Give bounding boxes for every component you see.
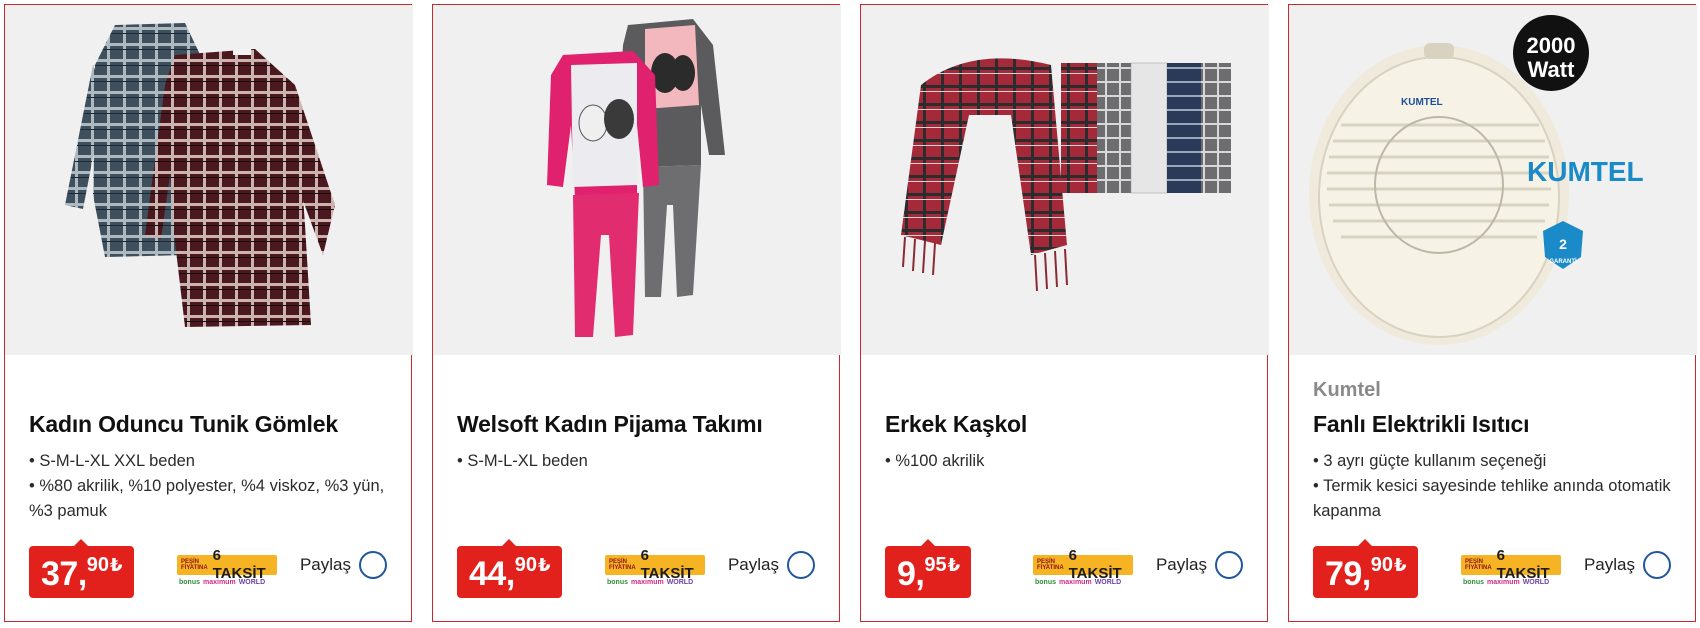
product-brand bbox=[457, 377, 815, 403]
product-actions: 79, 90 ₺ PEŞİN FİYATINA 6 TAKSİT bonus m… bbox=[1313, 539, 1671, 598]
installment-small-text: PEŞİN FİYATINA bbox=[1465, 559, 1492, 571]
product-info: Kadın Oduncu Tunik Gömlek S-M-L-XL XXL b… bbox=[29, 377, 387, 524]
share-radio-icon[interactable] bbox=[359, 551, 387, 579]
feature-item: S-M-L-XL beden bbox=[457, 449, 815, 474]
installment-badge: PEŞİN FİYATINA 6 TAKSİT bonus maximum WO… bbox=[605, 547, 705, 591]
plaid-tunic-image bbox=[65, 23, 335, 327]
maximum-logo: maximum bbox=[631, 579, 664, 586]
installment-small-text: PEŞİN FİYATINA bbox=[1037, 559, 1064, 571]
product-card[interactable]: Erkek Kaşkol %100 akrilik 9, 95 ₺ PEŞİN … bbox=[860, 4, 1269, 622]
feature-item: %100 akrilik bbox=[885, 449, 1243, 474]
share-control[interactable]: Paylaş bbox=[728, 551, 815, 579]
wattage-badge-line1: 2000 bbox=[1527, 33, 1576, 58]
share-control[interactable]: Paylaş bbox=[1156, 551, 1243, 579]
share-label: Paylaş bbox=[1155, 555, 1207, 574]
feature-list: S-M-L-XL XXL beden %80 akrilik, %10 poly… bbox=[29, 449, 387, 524]
feature-list: %100 akrilik bbox=[885, 449, 1243, 474]
product-title[interactable]: Kadın Oduncu Tunik Gömlek bbox=[29, 409, 387, 439]
feature-list: S-M-L-XL beden bbox=[457, 449, 815, 474]
price-decimal: 95 bbox=[924, 554, 947, 576]
product-actions: 37, 90 ₺ PEŞİN FİYATINA 6 TAKSİT bonus m… bbox=[29, 539, 387, 598]
product-grid: Kadın Oduncu Tunik Gömlek S-M-L-XL XXL b… bbox=[4, 4, 1697, 622]
currency-symbol: ₺ bbox=[538, 555, 551, 575]
share-radio-icon[interactable] bbox=[1215, 551, 1243, 579]
feature-item: 3 ayrı güçte kullanım seçeneği bbox=[1313, 449, 1671, 474]
kumtel-logo: KUMTEL bbox=[1527, 156, 1644, 187]
product-brand bbox=[885, 377, 1243, 403]
share-control[interactable]: Paylaş bbox=[300, 551, 387, 579]
product-actions: 9, 95 ₺ PEŞİN FİYATINA 6 TAKSİT bonus ma… bbox=[885, 539, 1243, 598]
share-label: Paylaş bbox=[299, 555, 351, 574]
installment-badge: PEŞİN FİYATINA 6 TAKSİT bonus maximum WO… bbox=[1461, 547, 1561, 591]
wattage-badge-line2: Watt bbox=[1528, 57, 1576, 82]
installment-badge: PEŞİN FİYATINA 6 TAKSİT bonus maximum WO… bbox=[1033, 547, 1133, 591]
product-info: Welsoft Kadın Pijama Takımı S-M-L-XL bed… bbox=[457, 377, 815, 474]
price-tag: 44, 90 ₺ bbox=[457, 539, 562, 598]
product-brand bbox=[29, 377, 387, 403]
price-integer: 9, bbox=[897, 555, 925, 593]
price-decimal: 90 bbox=[86, 554, 110, 576]
product-card[interactable]: Kadın Oduncu Tunik Gömlek S-M-L-XL XXL b… bbox=[4, 4, 413, 622]
currency-symbol: ₺ bbox=[1394, 555, 1407, 575]
share-radio-icon[interactable] bbox=[787, 551, 815, 579]
price-integer: 37, bbox=[41, 555, 87, 593]
maximum-logo: maximum bbox=[1487, 579, 1520, 586]
price-decimal: 90 bbox=[1370, 554, 1394, 576]
bonus-logo: bonus bbox=[1463, 579, 1484, 586]
maximum-logo: maximum bbox=[203, 579, 236, 586]
bonus-logo: bonus bbox=[607, 579, 628, 586]
installment-small-text: PEŞİN FİYATINA bbox=[609, 559, 636, 571]
product-title[interactable]: Fanlı Elektrikli Isıtıcı bbox=[1313, 409, 1671, 439]
feature-item: Termik kesici sayesinde tehlike anında o… bbox=[1313, 474, 1671, 524]
world-logo: WORLD bbox=[238, 579, 266, 586]
product-info: Kumtel Fanlı Elektrikli Isıtıcı 3 ayrı g… bbox=[1313, 377, 1671, 524]
price-tag: 79, 90 ₺ bbox=[1313, 539, 1418, 598]
feature-list: 3 ayrı güçte kullanım seçeneği Termik ke… bbox=[1313, 449, 1671, 524]
product-info: Erkek Kaşkol %100 akrilik bbox=[885, 377, 1243, 474]
installment-badge: PEŞİN FİYATINA 6 TAKSİT bonus maximum WO… bbox=[177, 547, 277, 591]
warranty-number: 2 bbox=[1559, 236, 1567, 252]
installment-small-text: PEŞİN FİYATINA bbox=[181, 559, 208, 571]
pajama-set-image bbox=[547, 19, 725, 337]
feature-item: S-M-L-XL XXL beden bbox=[29, 449, 387, 474]
feature-item: %80 akrilik, %10 polyester, %4 viskoz, %… bbox=[29, 474, 387, 524]
price-integer: 79, bbox=[1325, 555, 1371, 593]
product-title[interactable]: Erkek Kaşkol bbox=[885, 409, 1243, 439]
product-card[interactable]: KUMTEL 2000 Watt KUMTEL 2 GARANTİ Kumtel… bbox=[1288, 4, 1697, 622]
price-tag: 37, 90 ₺ bbox=[29, 539, 134, 598]
share-control[interactable]: Paylaş bbox=[1584, 551, 1671, 579]
price-decimal: 90 bbox=[514, 554, 538, 576]
product-card[interactable]: Welsoft Kadın Pijama Takımı S-M-L-XL bed… bbox=[432, 4, 841, 622]
share-radio-icon[interactable] bbox=[1643, 551, 1671, 579]
warranty-text: GARANTİ bbox=[1549, 258, 1577, 265]
price-tag: 9, 95 ₺ bbox=[885, 539, 972, 598]
currency-symbol: ₺ bbox=[110, 555, 123, 575]
bonus-logo: bonus bbox=[1035, 579, 1056, 586]
product-actions: 44, 90 ₺ PEŞİN FİYATINA 6 TAKSİT bonus m… bbox=[457, 539, 815, 598]
world-logo: WORLD bbox=[666, 579, 694, 586]
product-image[interactable]: KUMTEL 2000 Watt KUMTEL 2 GARANTİ bbox=[1289, 5, 1697, 355]
world-logo: WORLD bbox=[1094, 579, 1122, 586]
world-logo: WORLD bbox=[1522, 579, 1550, 586]
bonus-logo: bonus bbox=[179, 579, 200, 586]
share-label: Paylaş bbox=[727, 555, 779, 574]
price-integer: 44, bbox=[469, 555, 515, 593]
fan-heater-image: KUMTEL 2000 Watt KUMTEL 2 GARANTİ bbox=[1309, 15, 1644, 345]
scarf-image bbox=[901, 58, 1231, 292]
currency-symbol: ₺ bbox=[947, 555, 961, 575]
heater-brand-text: KUMTEL bbox=[1401, 97, 1443, 108]
product-image[interactable] bbox=[5, 5, 413, 355]
product-title[interactable]: Welsoft Kadın Pijama Takımı bbox=[457, 409, 815, 439]
product-brand: Kumtel bbox=[1313, 379, 1381, 401]
product-image[interactable] bbox=[861, 5, 1269, 355]
maximum-logo: maximum bbox=[1059, 579, 1092, 586]
share-label: Paylaş bbox=[1583, 555, 1635, 574]
product-image[interactable] bbox=[433, 5, 841, 355]
